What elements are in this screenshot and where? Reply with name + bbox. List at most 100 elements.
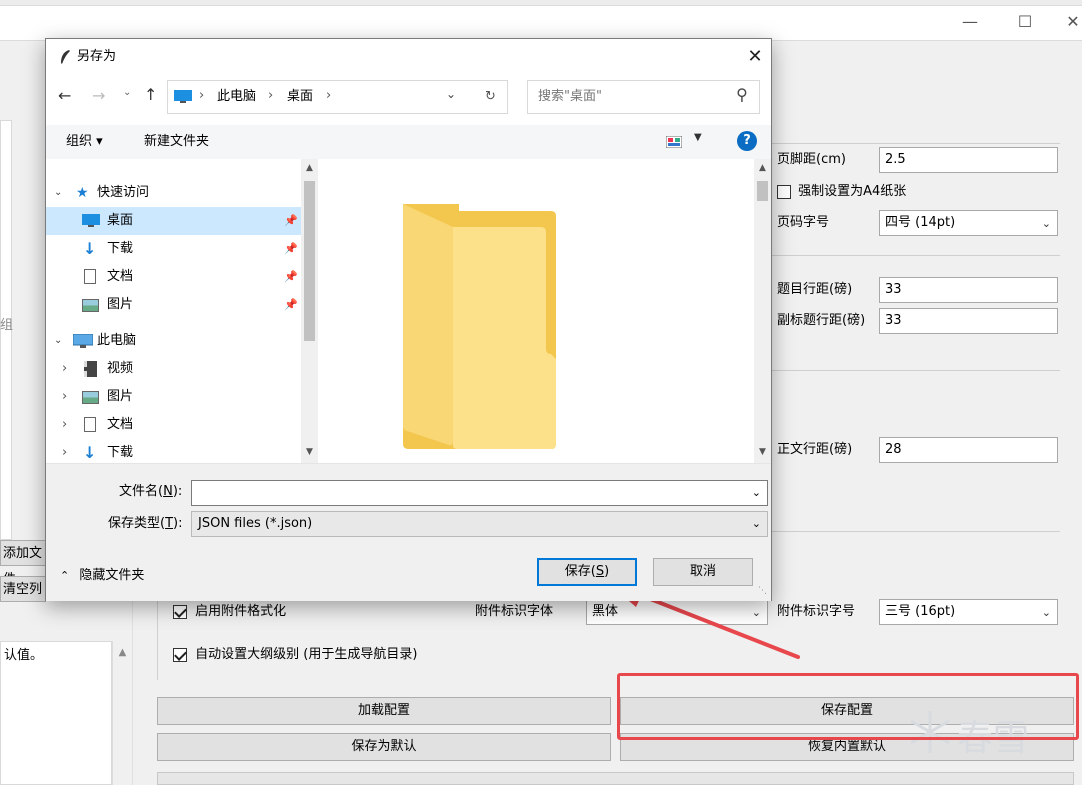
close-icon[interactable]: ✕	[1058, 8, 1082, 36]
checkbox-icon[interactable]	[173, 604, 187, 619]
download-arrow-icon: ↓	[83, 239, 97, 258]
filename-dropdown-icon[interactable]: ⌄	[752, 484, 761, 502]
chevron-down-icon: ⌄	[1041, 606, 1051, 619]
nav-scrollbar[interactable]: ▲ ▼	[301, 159, 318, 463]
back-icon[interactable]: ←	[58, 86, 71, 105]
attachment-format-label: 启用附件格式化	[195, 604, 287, 619]
hide-folders-toggle[interactable]: ⌃ 隐藏文件夹	[60, 566, 144, 586]
tree-item-documents[interactable]: 文档 📌	[46, 263, 301, 291]
maximize-icon[interactable]: ☐	[1010, 8, 1040, 36]
dialog-bottom-panel: 文件名(N): ⌄ 保存类型(T): JSON files (*.json) ⌄…	[46, 463, 771, 601]
checkbox-icon[interactable]	[777, 184, 791, 199]
checkbox-icon[interactable]	[173, 647, 187, 662]
tree-item-label: 下载	[107, 445, 134, 460]
footer-margin-field[interactable]: 2.5	[879, 147, 1058, 173]
address-bar[interactable]: › 此电脑 › 桌面 › ⌄	[167, 80, 507, 114]
scroll-down-icon[interactable]: ▼	[301, 447, 318, 457]
recent-chevron-icon[interactable]: ⌄	[123, 87, 131, 98]
status-bar	[157, 772, 1074, 785]
tree-item-videos[interactable]: › 视频	[46, 355, 301, 383]
hide-folders-label[interactable]: 隐藏文件夹	[79, 568, 144, 583]
chevron-up-icon[interactable]: ⌃	[60, 569, 69, 582]
scroll-thumb[interactable]	[757, 181, 768, 201]
scroll-up-icon[interactable]: ▲	[754, 163, 771, 173]
expand-chevron-icon[interactable]: ›	[62, 439, 67, 463]
section-divider-3	[772, 370, 1060, 371]
filetype-select[interactable]: JSON files (*.json) ⌄	[191, 511, 768, 537]
tree-item-pc-pictures[interactable]: › 图片	[46, 383, 301, 411]
section-divider-1	[772, 143, 1060, 144]
tree-item-pc-downloads[interactable]: › ↓ 下载	[46, 439, 301, 463]
tree-item-downloads[interactable]: ↓ 下载 📌	[46, 235, 301, 263]
desktop-icon	[174, 90, 192, 103]
subtitle-line-spacing-field[interactable]: 33	[879, 308, 1058, 334]
pin-icon[interactable]: 📌	[284, 263, 298, 291]
breadcrumb-desktop[interactable]: 桌面	[287, 87, 313, 107]
save-button[interactable]: 保存(S)	[537, 558, 637, 586]
load-config-button[interactable]: 加载配置	[157, 697, 611, 725]
pin-icon[interactable]: 📌	[284, 291, 298, 319]
subtitle-line-spacing-label: 副标题行距(磅)	[777, 313, 866, 328]
expand-chevron-icon[interactable]: ⌄	[54, 179, 62, 207]
minimize-icon[interactable]: —	[955, 8, 985, 36]
search-icon[interactable]: ⚲	[736, 85, 748, 104]
search-input[interactable]: 搜索"桌面"	[538, 87, 602, 107]
tree-item-desktop[interactable]: 桌面 📌	[46, 207, 301, 235]
add-file-button[interactable]: 添加文件	[0, 540, 46, 587]
tree-item-pictures[interactable]: 图片 📌	[46, 291, 301, 319]
breadcrumb-this-pc[interactable]: 此电脑	[217, 87, 256, 107]
outline-level-checkbox[interactable]: 自动设置大纲级别 (用于生成导航目录)	[173, 645, 417, 665]
clear-list-button[interactable]: 清空列	[0, 576, 46, 602]
scroll-up-icon[interactable]: ▲	[301, 163, 318, 173]
tree-item-label: 文档	[107, 269, 134, 284]
force-a4-label: 强制设置为A4纸张	[798, 184, 907, 199]
pin-icon[interactable]: 📌	[284, 235, 298, 263]
breadcrumb-chevron-icon: ›	[199, 88, 205, 103]
title-line-spacing-field[interactable]: 33	[879, 277, 1058, 303]
desktop-icon	[82, 214, 100, 227]
filename-input[interactable]: ⌄	[191, 480, 768, 506]
tree-item-this-pc[interactable]: ⌄ 此电脑	[46, 327, 301, 355]
dialog-close-icon[interactable]: ✕	[741, 43, 769, 71]
forward-icon[interactable]: →	[92, 86, 105, 105]
left-partial-label: 组	[0, 318, 14, 333]
navigation-pane[interactable]: ⌄ ★ 快速访问 桌面 📌 ↓ 下载 📌 文档 📌 图片 📌 ⌄ 此电脑 › 视…	[46, 159, 318, 463]
expand-chevron-icon[interactable]: ›	[62, 383, 67, 411]
expand-chevron-icon[interactable]: ›	[62, 355, 67, 383]
force-a4-checkbox[interactable]: 强制设置为A4纸张	[777, 182, 906, 202]
annotation-highlight	[617, 673, 1079, 740]
file-content-area[interactable]: ▲ ▼	[321, 159, 771, 463]
tree-item-pc-documents[interactable]: › 文档	[46, 411, 301, 439]
attachment-format-checkbox[interactable]: 启用附件格式化	[173, 602, 286, 622]
log-scrollbar[interactable]: ▲	[112, 641, 132, 785]
help-icon[interactable]: ?	[737, 131, 757, 151]
tree-item-quick-access[interactable]: ⌄ ★ 快速访问	[46, 179, 301, 207]
resize-grip-icon[interactable]: ⋱	[758, 586, 767, 596]
expand-chevron-icon[interactable]: ⌄	[54, 327, 62, 355]
search-box[interactable]: 搜索"桌面" ⚲	[527, 80, 760, 114]
attachment-size-select[interactable]: 三号 (16pt) ⌄	[879, 599, 1058, 625]
cancel-button[interactable]: 取消	[653, 558, 753, 586]
expand-chevron-icon[interactable]: ›	[62, 411, 67, 439]
tree-item-label: 文档	[107, 417, 134, 432]
refresh-icon[interactable]: ↻	[474, 80, 508, 114]
section-divider-2	[772, 255, 1060, 256]
pin-icon[interactable]: 📌	[284, 207, 298, 235]
folder-icon[interactable]	[399, 199, 569, 454]
picture-icon	[82, 391, 99, 404]
filetype-label: 保存类型(T):	[108, 516, 183, 531]
save-as-default-button[interactable]: 保存为默认	[157, 733, 611, 761]
address-dropdown-icon[interactable]: ⌄	[446, 87, 456, 101]
view-dropdown-icon[interactable]: ▼	[694, 132, 702, 143]
filetype-dropdown-icon[interactable]: ⌄	[752, 515, 761, 533]
organize-menu[interactable]: 组织 ▾	[66, 132, 103, 152]
scroll-thumb[interactable]	[304, 181, 315, 341]
new-folder-button[interactable]: 新建文件夹	[144, 132, 209, 152]
page-number-size-select[interactable]: 四号 (14pt) ⌄	[879, 210, 1058, 236]
content-scrollbar[interactable]: ▲ ▼	[754, 159, 771, 463]
body-line-spacing-field[interactable]: 28	[879, 437, 1058, 463]
up-icon[interactable]: ↑	[144, 85, 157, 104]
scroll-down-icon[interactable]: ▼	[754, 447, 771, 457]
view-options-icon[interactable]	[666, 136, 682, 148]
scroll-up-icon[interactable]: ▲	[113, 647, 132, 658]
